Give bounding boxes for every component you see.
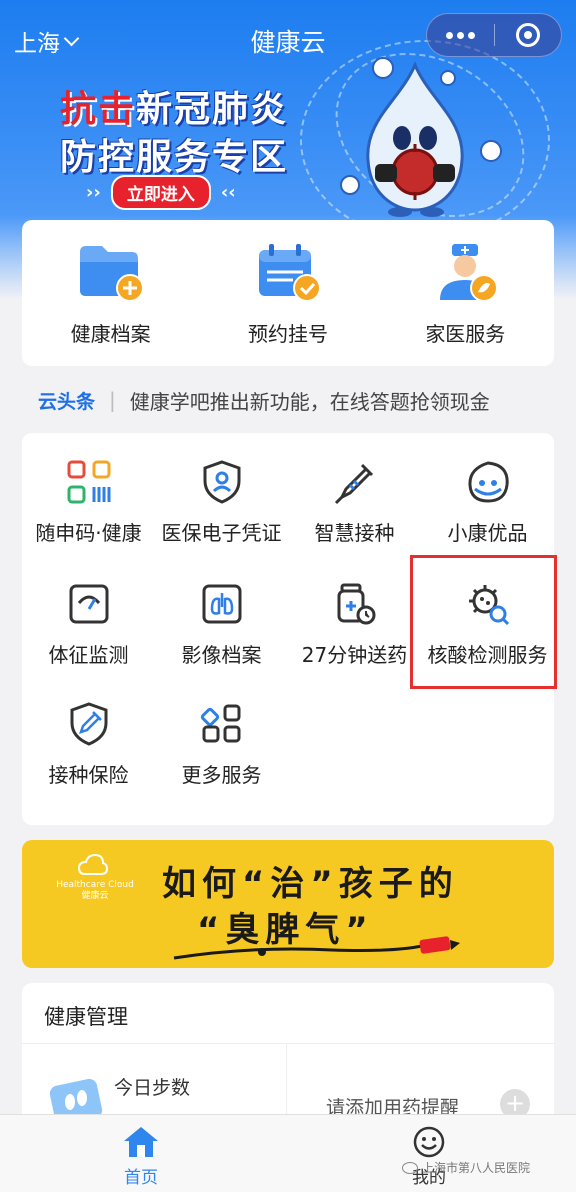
quick-item-appointment[interactable]: 预约挂号	[199, 220, 376, 366]
service-item-vital-signs[interactable]: 体征监测	[22, 581, 155, 668]
banner-subheadline: 防控服务专区	[60, 137, 289, 178]
tab-home[interactable]: 首页	[122, 1125, 160, 1188]
mini-program-capsule	[426, 13, 562, 57]
banner-enter-row: ›› 立即进入 ‹‹	[86, 175, 236, 210]
folder-plus-icon	[79, 246, 144, 302]
more-dots-icon	[445, 31, 475, 39]
mascot-illustration	[366, 61, 464, 217]
service-label: 影像档案	[181, 643, 262, 667]
cloud-logo-icon	[77, 853, 109, 875]
virus-badge-icon	[440, 70, 456, 86]
enter-now-button[interactable]: 立即进入	[110, 175, 211, 210]
tab-home-label: 首页	[124, 1168, 158, 1188]
arrows-right-icon: ››	[86, 182, 101, 203]
section-title: 健康管理	[44, 1005, 128, 1029]
promo-banner[interactable]: Healthcare Cloud 健康云 如何“治”孩子的 “臭脾气”	[22, 840, 554, 968]
pill-bottle-clock-icon	[337, 583, 375, 625]
promo-headline: 如何“治”孩子的	[162, 864, 459, 904]
banner-headline-rest: 新冠肺炎	[136, 89, 289, 130]
banner-headline: 抗击新冠肺炎	[60, 80, 288, 132]
service-item-health-code[interactable]: 随申码·健康	[22, 459, 155, 546]
service-label: 智慧接种	[314, 521, 395, 545]
bottom-tab-bar: 首页 我的 上海市第八人民医院	[0, 1114, 576, 1192]
service-label: 医保电子凭证	[161, 521, 282, 545]
tab-mine[interactable]: 我的	[412, 1125, 446, 1188]
quick-item-family-doctor[interactable]: 家医服务	[377, 220, 554, 366]
highlight-box	[410, 555, 557, 689]
service-item-insurance-card[interactable]: 医保电子凭证	[155, 459, 288, 546]
quick-item-label: 家医服务	[425, 322, 506, 346]
service-item-vaccine-insurance[interactable]: 接种保险	[22, 701, 155, 788]
shield-user-icon	[203, 460, 240, 504]
heart-badge-icon	[372, 57, 394, 79]
syringe-icon	[334, 463, 373, 505]
banner-headline-red: 抗击	[60, 89, 137, 130]
quick-item-label: 健康档案	[70, 322, 151, 346]
home-icon	[124, 1127, 158, 1157]
promo-logo-text: Healthcare Cloud 健康云	[50, 880, 140, 902]
service-label: 小康优品	[447, 521, 528, 545]
arrows-left-icon: ‹‹	[220, 182, 236, 203]
news-separator: |	[109, 388, 116, 412]
shield-syringe-icon	[70, 702, 107, 746]
news-brand: 云头条	[38, 390, 96, 413]
quick-actions-card: 健康档案 预约挂号 家医服务	[22, 220, 554, 366]
gauge-icon	[69, 584, 108, 624]
wechat-icon	[402, 1161, 418, 1174]
watermark: 上海市第八人民医院	[402, 1159, 530, 1176]
qr-code-icon	[67, 460, 110, 504]
today-steps-label[interactable]: 今日步数	[114, 1073, 190, 1100]
service-label: 27分钟送药	[301, 643, 408, 667]
cross-badge-icon	[480, 140, 502, 162]
service-label: 更多服务	[181, 763, 262, 787]
service-item-imaging-records[interactable]: 影像档案	[155, 581, 288, 668]
promo-logo-en: Healthcare Cloud	[56, 880, 134, 890]
service-label: 随申码·健康	[35, 521, 142, 545]
service-item-drug-delivery[interactable]: 27分钟送药	[288, 581, 421, 668]
quick-item-health-record[interactable]: 健康档案	[22, 220, 199, 366]
target-icon	[515, 23, 540, 47]
service-label: 体征监测	[48, 643, 129, 667]
close-mini-program-button[interactable]	[495, 14, 562, 56]
service-item-vaccination[interactable]: 智慧接种	[288, 459, 421, 546]
news-ticker[interactable]: 云头条 | 健康学吧推出新功能，在线答题抢领现金	[38, 385, 558, 415]
service-item-xiaokang-shop[interactable]: 小康优品	[421, 459, 554, 546]
news-headline[interactable]: 健康学吧推出新功能，在线答题抢领现金	[130, 386, 490, 415]
pill-badge-icon	[340, 175, 360, 195]
mascot-icon	[467, 461, 509, 503]
doctor-icon	[440, 244, 499, 302]
smiley-icon	[413, 1126, 445, 1158]
watermark-text: 上海市第八人民医院	[422, 1161, 531, 1175]
service-item-more-services[interactable]: 更多服务	[155, 701, 288, 788]
service-label: 接种保险	[48, 763, 129, 787]
promo-logo-cn: 健康云	[81, 891, 109, 901]
pencil-squiggle-decoration	[173, 936, 460, 960]
calendar-check-icon	[258, 244, 321, 302]
lungs-icon	[202, 584, 241, 624]
more-menu-button[interactable]	[427, 14, 494, 56]
quick-item-label: 预约挂号	[247, 322, 328, 346]
grid-more-icon	[200, 704, 240, 743]
